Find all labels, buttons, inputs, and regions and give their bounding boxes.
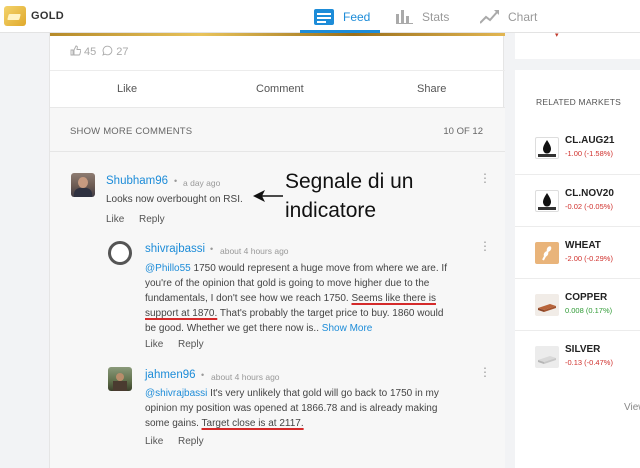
feed-column: 45 27 Like Comment Share SHOW MORE COMME…	[49, 33, 505, 468]
divider	[50, 70, 505, 71]
market-item[interactable]: COPPER 0.008 (0.17%)	[515, 278, 640, 330]
thumbs-up-icon	[70, 45, 82, 59]
reply-text: @shivrajbassi It's very unlikely that go…	[145, 386, 445, 431]
market-change: -1.00 (-1.58%)	[565, 149, 613, 158]
annotation-arrow-icon	[253, 190, 283, 202]
post-image-strip	[50, 33, 505, 36]
tab-stats-label: Stats	[422, 9, 450, 24]
annotation-label: Segnale di un indicatore	[285, 170, 414, 222]
reply-timestamp: about 4 hours ago	[211, 372, 280, 382]
market-name: COPPER	[565, 292, 608, 303]
comment-username[interactable]: Shubham96	[106, 175, 168, 187]
market-item[interactable]: CL.NOV20 -0.02 (-0.05%)	[515, 174, 640, 226]
oil-futures-icon	[535, 190, 559, 212]
right-top-card: ▾	[515, 32, 640, 59]
market-item[interactable]: WHEAT -2.00 (-0.29%)	[515, 226, 640, 278]
avatar[interactable]	[108, 241, 132, 265]
truncated-text: ▾	[555, 32, 559, 39]
reply-reply-button[interactable]: Reply	[178, 436, 204, 447]
share-button[interactable]: Share	[417, 83, 446, 95]
feed-icon	[314, 8, 334, 25]
tab-feed-label: Feed	[343, 9, 371, 24]
reply-username[interactable]: shivrajbassi	[145, 243, 205, 255]
comments-count[interactable]: 27	[102, 45, 129, 59]
reply-username[interactable]: jahmen96	[145, 369, 196, 381]
separator-dot: •	[201, 370, 205, 380]
separator-dot: •	[210, 244, 214, 254]
comment-bubble-icon	[102, 45, 113, 59]
mention-link[interactable]: @Phillo55	[145, 263, 191, 274]
show-more-comments-link[interactable]: SHOW MORE COMMENTS	[70, 126, 192, 137]
avatar[interactable]	[71, 173, 95, 197]
market-change: -2.00 (-0.29%)	[565, 254, 613, 263]
reply-reply-button[interactable]: Reply	[178, 339, 204, 350]
wheat-icon	[535, 242, 559, 264]
brand-name: GOLD	[31, 10, 64, 22]
market-name: CL.AUG21	[565, 135, 615, 146]
top-bar: GOLD Feed Stats Chart	[0, 0, 640, 33]
underlined-text: Target close is at 2117.	[201, 418, 304, 429]
market-name: CL.NOV20	[565, 188, 614, 199]
reply-like-button[interactable]: Like	[145, 339, 163, 350]
tab-chart[interactable]: Chart	[480, 0, 537, 33]
more-options-icon[interactable]: ⋮	[479, 172, 491, 184]
brand[interactable]: GOLD	[4, 6, 64, 26]
more-options-icon[interactable]: ⋮	[479, 366, 491, 378]
market-change: -0.02 (-0.05%)	[565, 202, 613, 211]
market-name: WHEAT	[565, 240, 601, 251]
line-chart-icon	[480, 9, 499, 24]
tab-feed[interactable]: Feed	[314, 0, 370, 33]
copper-icon	[535, 294, 559, 316]
comments-pagination-count: 10 OF 12	[443, 126, 483, 137]
gold-logo-icon	[4, 6, 26, 26]
market-item[interactable]: CL.AUG21 -1.00 (-1.58%)	[515, 122, 640, 174]
show-more-link[interactable]: Show More	[322, 323, 373, 334]
market-item[interactable]: SILVER -0.13 (-0.47%)	[515, 330, 640, 382]
view-all-link[interactable]: View	[624, 402, 640, 413]
reply-timestamp: about 4 hours ago	[220, 246, 289, 256]
more-options-icon[interactable]: ⋮	[479, 240, 491, 252]
reply-like-button[interactable]: Like	[145, 436, 163, 447]
market-change: -0.13 (-0.47%)	[565, 358, 613, 367]
avatar[interactable]	[108, 367, 132, 391]
post-reactions: 45 27	[70, 45, 135, 59]
market-name: SILVER	[565, 344, 601, 355]
market-change: 0.008 (0.17%)	[565, 306, 613, 315]
divider	[50, 151, 505, 152]
mention-link[interactable]: @shivrajbassi	[145, 388, 207, 399]
comment-like-button[interactable]: Like	[106, 214, 124, 225]
related-markets-title: RELATED MARKETS	[536, 97, 622, 107]
comment-timestamp: a day ago	[183, 178, 221, 188]
related-markets-panel: RELATED MARKETS CL.AUG21 -1.00 (-1.58%) …	[515, 70, 640, 468]
tab-stats[interactable]: Stats	[396, 0, 449, 33]
separator-dot: •	[174, 176, 178, 186]
like-button[interactable]: Like	[117, 83, 137, 95]
silver-icon	[535, 346, 559, 368]
reply-text: @Phillo55 1750 would represent a huge mo…	[145, 261, 453, 336]
comment-reply-button[interactable]: Reply	[139, 214, 165, 225]
oil-futures-icon	[535, 137, 559, 159]
tab-chart-label: Chart	[508, 9, 538, 24]
bar-chart-icon	[396, 9, 413, 24]
comment-button[interactable]: Comment	[256, 83, 304, 95]
likes-count[interactable]: 45	[70, 45, 96, 59]
